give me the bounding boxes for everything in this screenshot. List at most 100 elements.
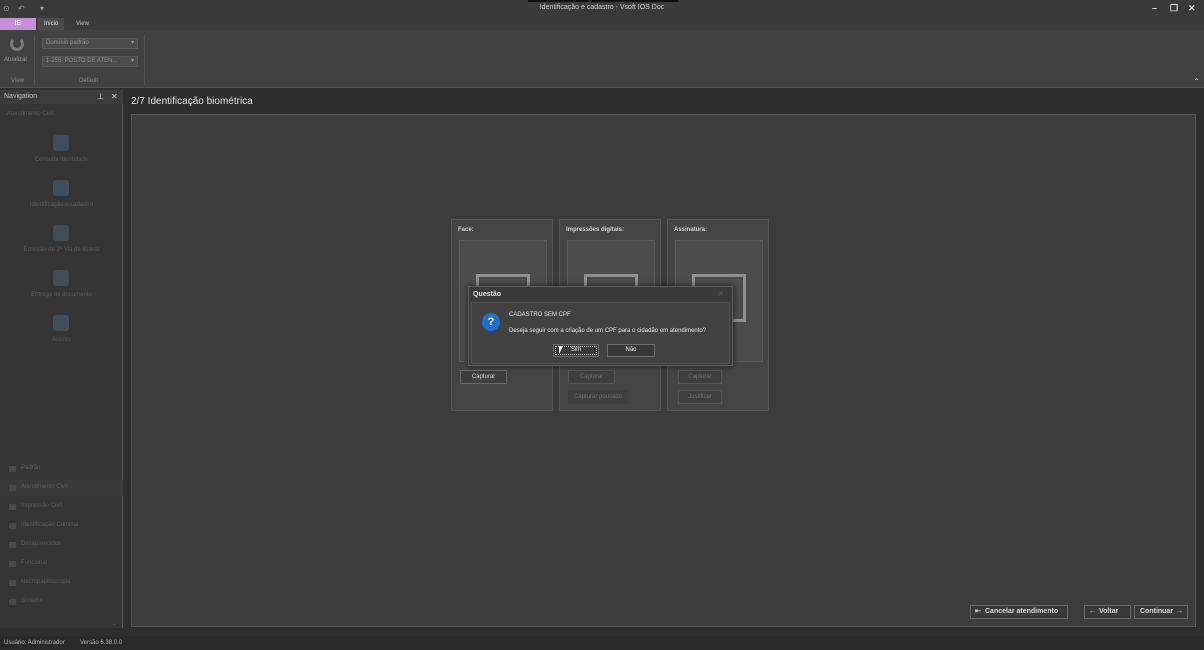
nav-group-label: Atendimento Civil (21, 484, 68, 490)
back-button[interactable]: ← Voltar (1084, 605, 1131, 619)
nav-item-label: Entrega de documento (31, 292, 92, 298)
window-title: Identificação e cadastro - Vsoft IOS Doc (539, 4, 665, 11)
restore-icon[interactable]: ❐ (1170, 3, 1178, 14)
navigation-header: Navigation ⊥ ✕ (0, 90, 123, 104)
nav-item-entrega-documento[interactable]: Entrega de documento (0, 270, 123, 310)
close-pane-icon[interactable]: ✕ (111, 92, 118, 101)
nav-group-necropapiloscopia[interactable]: Necropapiloscopia (0, 575, 123, 591)
pin-icon[interactable]: ⊥ (97, 92, 104, 101)
nav-item-label: Consulta Identidade (34, 157, 89, 163)
cancel-attendance-button[interactable]: ⇤ Cancelar atendimento (970, 605, 1068, 619)
signature-capture-button[interactable]: Capturar (678, 370, 722, 384)
domain-select[interactable]: Domínio padrão ▾ (42, 38, 138, 49)
fingerprints-capture-rolled-button[interactable]: Capturar pousado (568, 390, 628, 404)
nav-group-identificacao-criminal[interactable]: Identificação Criminal (0, 518, 123, 534)
nav-group-funcional[interactable]: Funcional (0, 556, 123, 572)
group-icon (9, 466, 16, 472)
dialog-body: ? CADASTRO SEM CPF Deseja seguir com a c… (471, 302, 730, 364)
group-icon (9, 561, 16, 567)
nav-group-label: Padrão (21, 465, 41, 471)
nav-group-padrao[interactable]: Padrão (0, 461, 123, 477)
yes-button-label: Sim (570, 347, 582, 353)
chevron-down-icon: ▾ (130, 40, 134, 46)
back-label: Voltar (1099, 608, 1119, 615)
navigation-title: Navigation (4, 93, 38, 100)
question-icon: ? (482, 313, 500, 331)
continue-button[interactable]: Continuar → (1134, 605, 1188, 619)
group-icon (9, 523, 16, 529)
domain-select-value: Domínio padrão (46, 40, 89, 46)
title-bar: ⊙ ↶ ▾ Identificação e cadastro - Vsoft I… (0, 0, 1204, 18)
default-group-label: Default (79, 78, 99, 84)
status-version: Versão 6.38.0.0 (80, 640, 123, 646)
nav-item-emissao-boleto[interactable]: Emissão de 2ª Via de Boleto (0, 225, 123, 265)
navigation-pane: Navigation ⊥ ✕ Atendimento Civil Consult… (0, 90, 123, 628)
dialog-message: Deseja seguir com a criação de um CPF pa… (509, 328, 707, 334)
group-icon (9, 599, 16, 605)
nav-item-label: Identificação e cadastro (29, 202, 94, 208)
close-icon[interactable]: ✕ (1188, 3, 1196, 14)
archive-icon (53, 315, 69, 331)
group-icon (9, 504, 16, 510)
nav-group-atendimento-civil[interactable]: Atendimento Civil (0, 480, 123, 496)
continue-label: Continuar (1140, 608, 1174, 615)
group-icon (9, 580, 16, 586)
nav-item-label: Emissão de 2ª Via de Boleto (23, 247, 100, 253)
tab-inicio[interactable]: Início (38, 18, 65, 30)
cancel-attendance-label: Cancelar atendimento (985, 608, 1059, 615)
ribbon-tabs: IE Início View (0, 18, 1204, 30)
post-select-value: 1-255: POSTO DE ATEN... (46, 58, 118, 64)
receipt-icon (53, 225, 69, 241)
nav-group-sistema[interactable]: Sistema (0, 594, 123, 610)
nav-item-consulta-identidade[interactable]: Consulta Identidade (0, 135, 123, 175)
ribbon: Atualizar Domínio padrão ▾ 1-255: POSTO … (0, 30, 1204, 88)
nav-group-label: Sistema (21, 598, 43, 604)
arrow-left-icon: ⇤ (975, 608, 981, 615)
page-title: 2/7 Identificação biométrica (131, 96, 253, 107)
ribbon-separator (34, 35, 35, 85)
arrow-left-icon: ← (1089, 608, 1096, 615)
id-card-icon (53, 180, 69, 196)
nav-group-label: Funcional (21, 560, 48, 566)
nav-group-label: Identificação Criminal (21, 522, 79, 528)
dialog-title: Questão (473, 291, 502, 298)
update-button-label[interactable]: Atualizar (4, 57, 27, 63)
status-bar: Usuário: Administrador Versão 6.38.0.0 (0, 636, 1204, 650)
chevron-down-icon[interactable]: ⌄ (112, 620, 117, 627)
nav-group-label: Necropapiloscopia (21, 579, 71, 585)
main-panel (131, 114, 1196, 627)
view-group-label: View (11, 78, 24, 84)
yes-button[interactable]: Sim (553, 344, 599, 357)
nav-group-impressao-civil[interactable]: Impressão Civil (0, 499, 123, 515)
refresh-icon[interactable] (10, 37, 24, 51)
chevron-down-icon: ▾ (130, 58, 134, 64)
fingerprints-card-title: Impressões digitais: (566, 227, 625, 233)
nav-group-desaparecidos[interactable]: Desaparecidos (0, 537, 123, 553)
signature-justify-button[interactable]: Justificar (678, 390, 722, 404)
tab-view[interactable]: View (70, 18, 95, 30)
face-card-title: Face: (458, 227, 474, 233)
application-menu-tab[interactable]: IE (0, 18, 36, 30)
mouse-cursor-icon (559, 346, 563, 354)
nav-item-acervo[interactable]: Acervo (0, 315, 123, 355)
post-select[interactable]: 1-255: POSTO DE ATEN... ▾ (42, 56, 138, 67)
navigation-section-title: Atendimento Civil (7, 111, 54, 117)
title-accent (528, 0, 678, 2)
group-icon (9, 542, 16, 548)
nav-item-identificacao-cadastro[interactable]: Identificação e cadastro (0, 180, 123, 220)
delivery-icon (53, 270, 69, 286)
collapse-ribbon-icon[interactable]: ⌃ (1193, 77, 1200, 86)
no-button[interactable]: Não (607, 344, 655, 357)
fingerprints-capture-button[interactable]: Capturar (568, 370, 615, 384)
question-dialog: Questão ✕ ? CADASTRO SEM CPF Deseja segu… (468, 286, 733, 366)
close-icon[interactable]: ✕ (718, 290, 724, 298)
arrow-right-icon: → (1176, 608, 1183, 615)
minimize-icon[interactable]: – (1152, 3, 1157, 13)
face-capture-button[interactable]: Capturar (460, 370, 507, 384)
search-id-icon (53, 135, 69, 151)
nav-group-label: Impressão Civil (21, 503, 63, 509)
dialog-heading: CADASTRO SEM CPF (509, 312, 571, 318)
ribbon-separator (144, 35, 145, 85)
signature-card-title: Assinatura: (674, 227, 708, 233)
nav-group-label: Desaparecidos (21, 541, 62, 547)
